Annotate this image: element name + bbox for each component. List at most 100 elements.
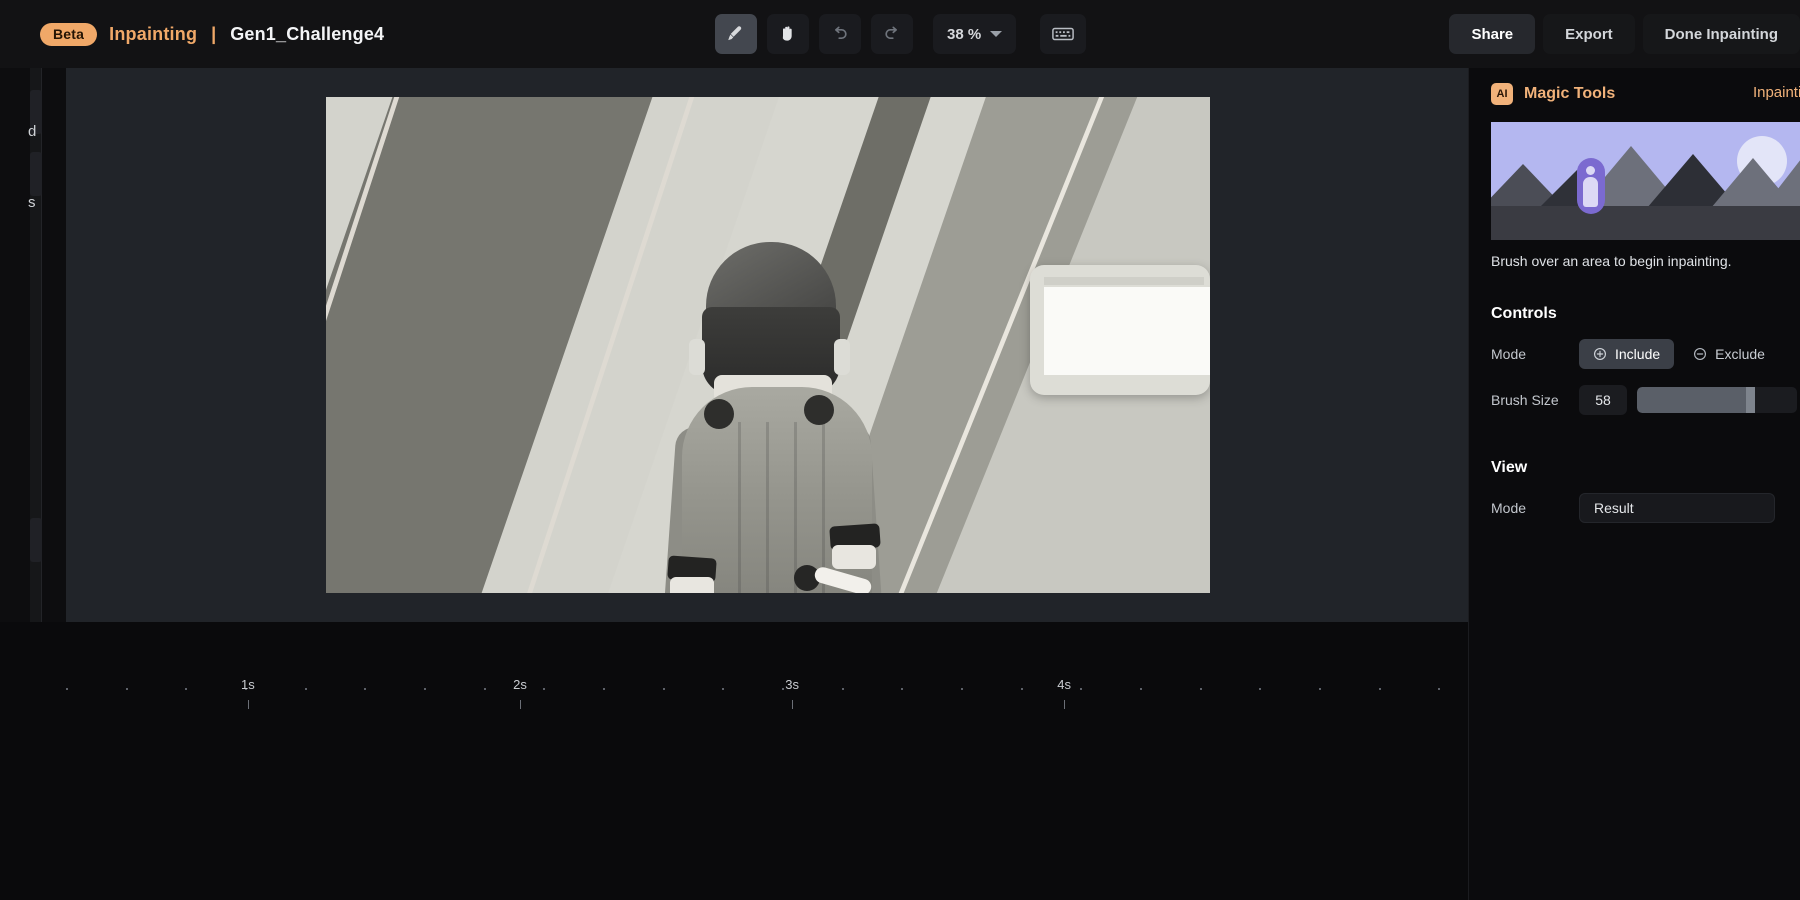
redo-icon (885, 26, 897, 40)
timeline-tick (364, 688, 367, 690)
figure-fold (766, 422, 769, 593)
timeline-tick (483, 688, 486, 690)
timeline-major-tick (520, 700, 522, 709)
scene-astronaut-figure (626, 242, 926, 593)
timeline-tick (1259, 688, 1262, 690)
share-button[interactable]: Share (1449, 14, 1536, 54)
timeline-time-label: 1s (241, 677, 255, 692)
timeline-tick (304, 688, 307, 690)
left-panel-tile[interactable] (30, 152, 42, 196)
timeline-tick (185, 688, 188, 690)
minus-circle-icon (1694, 348, 1707, 360)
illustration-mountain (1763, 136, 1800, 208)
brush-size-label: Brush Size (1491, 392, 1559, 408)
beta-badge: Beta (40, 22, 98, 46)
timeline-tick (1378, 688, 1381, 690)
timeline-tick (1080, 688, 1083, 690)
controls-brush-size-row: Brush Size 58 (1491, 385, 1800, 415)
figure-shoulder-pad-left (704, 399, 734, 429)
timeline-major-tick (792, 700, 794, 709)
brush-size-input[interactable]: 58 (1579, 385, 1627, 415)
figure-glove-right (832, 545, 876, 569)
view-section-title: View (1491, 459, 1528, 476)
illustration-person-head (1586, 166, 1595, 175)
left-panel-text-fragment: d (28, 123, 37, 140)
tool-cluster: 38 % (715, 14, 1087, 54)
timeline-tick (901, 688, 904, 690)
keyboard-shortcuts-button[interactable] (1040, 14, 1087, 54)
redo-button[interactable] (871, 14, 913, 54)
brush-size-slider-handle[interactable] (1746, 387, 1756, 413)
timeline-tick (1318, 688, 1321, 690)
timeline-tick (781, 688, 784, 690)
canvas-area[interactable] (66, 68, 1468, 622)
illustration-person-highlight (1577, 158, 1605, 214)
project-name: Gen1_Challenge4 (230, 23, 385, 44)
brush-size-slider-fill (1637, 387, 1756, 413)
panel-mode-label: Inpainting (1752, 84, 1800, 101)
export-button[interactable]: Export (1543, 14, 1635, 54)
mode-include-option[interactable]: Include (1579, 339, 1675, 369)
timeline-tick (662, 688, 665, 690)
timeline-tick (960, 688, 963, 690)
left-side-panel-clipped: d s (0, 68, 42, 622)
view-mode-row: Mode Result (1491, 493, 1800, 523)
timeline-tick (125, 688, 128, 690)
illustration-ground (1491, 206, 1800, 240)
undo-button[interactable] (819, 14, 861, 54)
timeline-time-label: 3s (785, 677, 799, 692)
timeline-tick (1020, 688, 1023, 690)
zoom-level-dropdown[interactable]: 38 % (933, 14, 1017, 54)
controls-mode-row: Mode Include Exclude (1491, 339, 1800, 369)
timeline-ruler[interactable]: 1s 2s 3s 4s (36, 674, 1468, 712)
timeline-tick (423, 688, 426, 690)
magic-tools-header: AI Magic Tools Inpainting (1469, 68, 1800, 120)
brush-size-slider[interactable] (1637, 387, 1797, 413)
timeline-major-tick (247, 700, 249, 709)
done-inpainting-button[interactable]: Done Inpainting (1642, 14, 1800, 54)
top-bar: Beta Inpainting | Gen1_Challenge4 38 % S… (0, 0, 1800, 68)
figure-helmet-side-right (834, 339, 850, 375)
illustration-person-body (1583, 177, 1598, 207)
view-mode-select[interactable]: Result (1579, 493, 1775, 523)
timeline-tick (1438, 688, 1441, 690)
timeline-tick (543, 688, 546, 690)
timeline: 1s 2s 3s 4s (0, 622, 1468, 900)
scene-wall-monitor (1030, 265, 1210, 395)
zoom-level-value: 38 % (947, 25, 982, 43)
timeline-time-label: 2s (513, 677, 527, 692)
view-mode-label: Mode (1491, 500, 1527, 516)
timeline-major-tick (1064, 700, 1066, 709)
title-separator: | (211, 23, 217, 44)
top-actions: Share Export Done Inpainting (1449, 14, 1800, 54)
inpainting-app: Beta Inpainting | Gen1_Challenge4 38 % S… (0, 0, 1800, 900)
view-mode-value: Result (1594, 500, 1634, 516)
left-panel-text-fragment: s (28, 194, 36, 211)
controls-mode-label: Mode (1491, 346, 1527, 362)
timeline-tick (602, 688, 605, 690)
timeline-tick (1139, 688, 1142, 690)
inpainting-hint-text: Brush over an area to begin inpainting. … (1491, 253, 1800, 269)
timeline-tick (1199, 688, 1202, 690)
left-panel-tile[interactable] (30, 518, 42, 562)
magic-tools-title: Magic Tools (1524, 85, 1616, 102)
mode-exclude-option[interactable]: Exclude (1679, 339, 1779, 369)
inpainting-illustration (1491, 122, 1800, 240)
brush-icon (728, 26, 742, 41)
plus-circle-icon (1594, 348, 1606, 360)
keyboard-icon (1052, 27, 1075, 41)
chevron-down-icon (990, 31, 1003, 37)
brush-tool-button[interactable] (715, 14, 757, 54)
hand-tool-button[interactable] (767, 14, 809, 54)
video-still-image (326, 97, 1210, 593)
timeline-tick (722, 688, 725, 690)
controls-section-title: Controls (1491, 305, 1557, 322)
controls-mode-segmented: Include Exclude (1579, 339, 1779, 369)
app-mode-label: Inpainting (109, 23, 198, 44)
mode-include-label: Include (1615, 346, 1661, 362)
hand-icon (782, 26, 792, 41)
scene-monitor-bar (1044, 277, 1204, 285)
video-preview-frame[interactable] (326, 97, 1210, 593)
scene-monitor-glow (1044, 287, 1210, 375)
timeline-tick (841, 688, 844, 690)
